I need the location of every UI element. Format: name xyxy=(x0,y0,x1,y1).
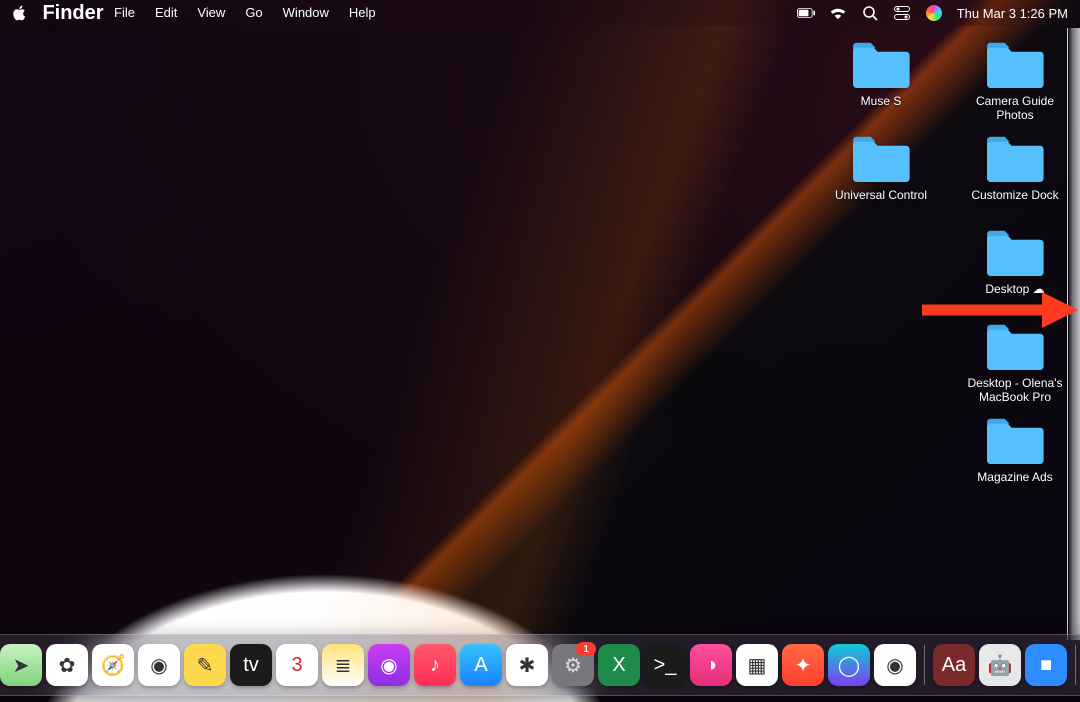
wifi-icon[interactable] xyxy=(829,4,847,22)
menu-view[interactable]: View xyxy=(187,0,235,26)
dock-separator xyxy=(1075,645,1076,685)
control-center-icon[interactable] xyxy=(893,4,911,22)
dock-app-canva[interactable]: ◯ xyxy=(828,644,870,686)
annotation-arrow xyxy=(918,290,1078,330)
folder-label: Muse S xyxy=(859,92,904,124)
dock-app-apple-tv[interactable]: tv xyxy=(230,644,272,686)
dock-app-podcasts[interactable]: ◉ xyxy=(368,644,410,686)
menu-go[interactable]: Go xyxy=(235,0,272,26)
dock-separator xyxy=(924,645,925,685)
dock-app-dictionary[interactable]: Aa xyxy=(933,644,975,686)
desktop-folder[interactable]: Camera Guide Photos xyxy=(956,40,1074,124)
dock-app-photos[interactable]: ✿ xyxy=(46,644,88,686)
dock-app-notes[interactable]: ≣ xyxy=(322,644,364,686)
menu-edit[interactable]: Edit xyxy=(145,0,187,26)
badge: 1 xyxy=(576,642,596,656)
dock-app-bear[interactable]: ✦ xyxy=(782,644,824,686)
desktop-icons: Muse S Camera Guide Photos Universal Contr… xyxy=(814,40,1074,500)
dock-app-safari[interactable]: 🧭 xyxy=(92,644,134,686)
menu-help[interactable]: Help xyxy=(339,0,386,26)
menu-window[interactable]: Window xyxy=(273,0,339,26)
desktop-folder[interactable]: Muse S xyxy=(822,40,940,124)
menu-clock[interactable]: Thu Mar 3 1:26 PM xyxy=(957,6,1068,21)
dock-app-slack[interactable]: ✱ xyxy=(506,644,548,686)
dock-app-find-my[interactable]: ◉ xyxy=(138,644,180,686)
desktop-folder[interactable]: Desktop - Olena's MacBook Pro xyxy=(956,322,1074,406)
dock-app-notability[interactable]: ✎ xyxy=(184,644,226,686)
dock-app-maps[interactable]: ➤ xyxy=(0,644,42,686)
dock-app-zoom[interactable]: ■ xyxy=(1025,644,1067,686)
spotlight-icon[interactable] xyxy=(861,4,879,22)
desktop-folder[interactable]: Magazine Ads xyxy=(956,416,1074,500)
folder-label: Magazine Ads xyxy=(975,468,1054,500)
apple-menu-icon[interactable] xyxy=(12,5,28,21)
app-menu[interactable]: Finder xyxy=(42,0,104,26)
dock-app-qr[interactable]: ▦ xyxy=(736,644,778,686)
dock-app-chrome[interactable]: ◉ xyxy=(874,644,916,686)
dock-app-wondershare[interactable]: ◑ xyxy=(690,644,732,686)
dock-app-music[interactable]: ♪ xyxy=(414,644,456,686)
menu-bar: Finder File Edit View Go Window Help Thu… xyxy=(0,0,1080,26)
dock-app-calendar[interactable]: 3 xyxy=(276,644,318,686)
menu-file[interactable]: File xyxy=(104,0,145,26)
folder-label: Customize Dock xyxy=(969,186,1060,218)
dock-app-terminal[interactable]: >_ xyxy=(644,644,686,686)
folder-label: Universal Control xyxy=(833,186,929,218)
dock: 😀▦💬✉︎➤✿🧭◉✎tv3≣◉♪A✱⚙︎1X>_◑▦✦◯◉Aa🤖■⬇︎▧▤🗑 xyxy=(0,634,1080,696)
battery-icon[interactable] xyxy=(797,4,815,22)
dock-app-automator[interactable]: 🤖 xyxy=(979,644,1021,686)
dock-app-system-preferences[interactable]: ⚙︎1 xyxy=(552,644,594,686)
desktop-folder[interactable]: Customize Dock xyxy=(956,134,1074,218)
dock-app-excel[interactable]: X xyxy=(598,644,640,686)
dock-app-app-store[interactable]: A xyxy=(460,644,502,686)
folder-label: Desktop - Olena's MacBook Pro xyxy=(956,374,1074,406)
folder-label: Camera Guide Photos xyxy=(956,92,1074,124)
desktop-folder[interactable]: Universal Control xyxy=(822,134,940,218)
siri-icon[interactable] xyxy=(925,4,943,22)
